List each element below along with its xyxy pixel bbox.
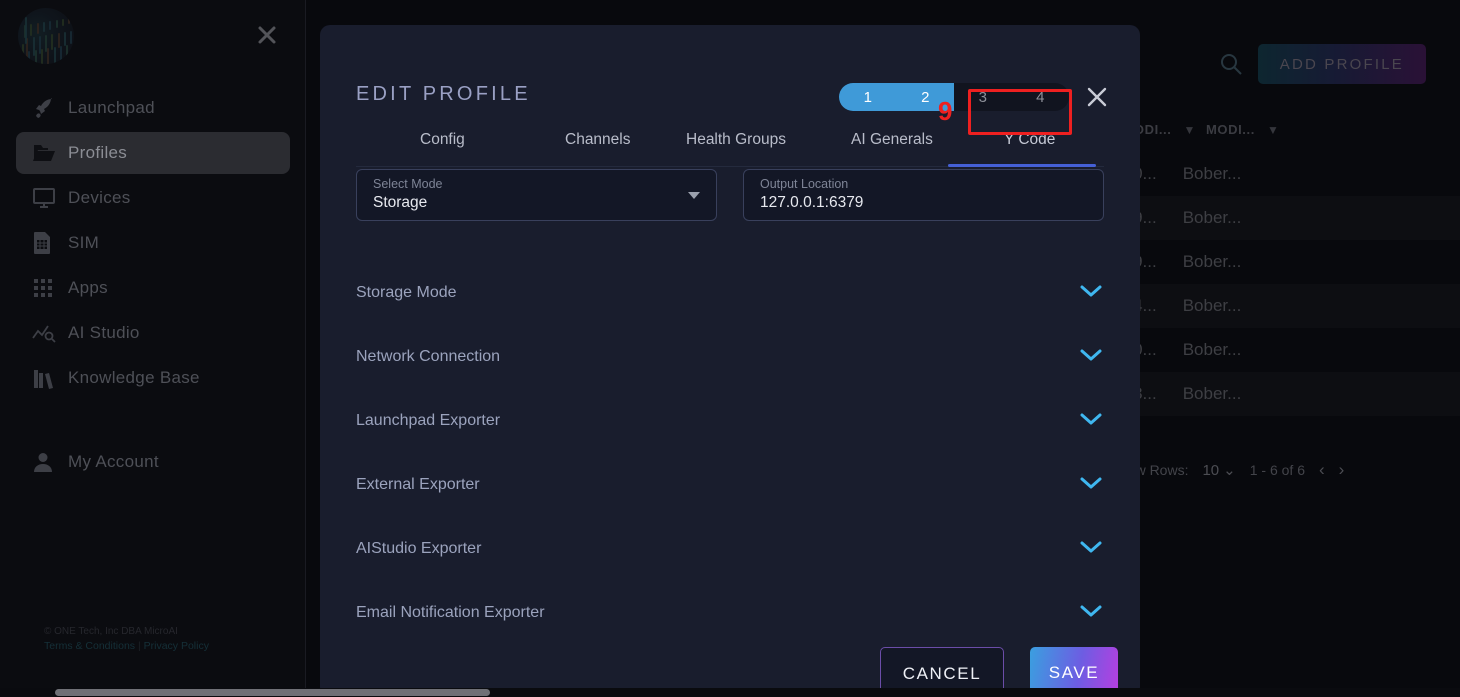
pagination-range: 1 - 6 of 6 <box>1249 462 1305 478</box>
close-icon[interactable] <box>256 24 278 46</box>
monitor-icon <box>32 186 68 210</box>
sidebar-nav: Launchpad Profiles Devices SIM Apps AI S… <box>0 84 306 486</box>
sidebar-item-devices[interactable]: Devices <box>16 177 290 219</box>
column-header-modified-by[interactable]: MODI... <box>1206 122 1255 137</box>
app-screen: Launchpad Profiles Devices SIM Apps AI S… <box>0 0 1460 697</box>
tab-config[interactable]: Config <box>420 131 465 149</box>
accordion-label: Storage Mode <box>356 284 457 301</box>
annotation-number: 9 <box>938 96 953 126</box>
cell-modified-by: Bober... <box>1182 252 1242 271</box>
books-icon <box>32 366 68 390</box>
tab-health-groups[interactable]: Health Groups <box>686 131 786 149</box>
add-profile-button[interactable]: ADD PROFILE <box>1257 44 1426 84</box>
output-location-label: Output Location <box>760 177 849 191</box>
link-separator: | <box>137 640 141 653</box>
sidebar-item-apps[interactable]: Apps <box>16 267 290 309</box>
form-fields: Select Mode Storage Output Location 127.… <box>356 169 1104 221</box>
accordion-label: External Exporter <box>356 476 480 493</box>
grid-apps-icon <box>32 276 68 300</box>
chevron-down-icon <box>1078 283 1104 304</box>
rows-per-page-select[interactable]: 10 ⌄ <box>1202 461 1236 480</box>
output-location-field[interactable]: Output Location 127.0.0.1:6379 <box>743 169 1104 221</box>
tab-ai-generals[interactable]: AI Generals <box>851 131 933 149</box>
chevron-down-icon: ⌄ <box>1223 462 1236 479</box>
sim-card-icon <box>32 231 68 255</box>
chevron-down-icon[interactable] <box>688 192 700 199</box>
sidebar-item-knowledge-base[interactable]: Knowledge Base <box>16 357 290 399</box>
filter-icon[interactable]: ▼ <box>1183 123 1195 137</box>
accordion-external-exporter[interactable]: External Exporter <box>356 453 1104 517</box>
accordion-aistudio-exporter[interactable]: AIStudio Exporter <box>356 517 1104 581</box>
sidebar-footer: © ONE Tech, Inc DBA MicroAI Terms & Cond… <box>44 624 209 655</box>
filter-icon[interactable]: ▼ <box>1267 123 1279 137</box>
analytics-search-icon <box>32 321 68 345</box>
folder-icon <box>32 141 68 165</box>
scrollbar-thumb[interactable] <box>55 689 490 696</box>
pagination: how Rows: 10 ⌄ 1 - 6 of 6 ‹ › <box>1120 460 1344 480</box>
cell-modified-by: Bober... <box>1182 384 1242 403</box>
tab-channels[interactable]: Channels <box>565 131 631 149</box>
select-mode-label: Select Mode <box>373 177 443 191</box>
output-location-value: 127.0.0.1:6379 <box>760 194 864 211</box>
accordion-network-connection[interactable]: Network Connection <box>356 325 1104 389</box>
accordion-label: AIStudio Exporter <box>356 540 482 557</box>
annotation-highlight-box <box>968 89 1072 135</box>
step-1[interactable]: 1 <box>839 83 897 111</box>
footer-links: Terms & Conditions | Privacy Policy <box>44 639 209 655</box>
accordion-launchpad-exporter[interactable]: Launchpad Exporter <box>356 389 1104 453</box>
prev-page-icon[interactable]: ‹ <box>1319 460 1325 480</box>
sidebar-item-my-account[interactable]: My Account <box>16 441 290 483</box>
select-mode-value: Storage <box>373 194 428 211</box>
sidebar-item-label: Apps <box>68 278 108 297</box>
rocket-icon <box>32 96 68 120</box>
accordion-email-notification-exporter[interactable]: Email Notification Exporter <box>356 581 1104 645</box>
chevron-down-icon <box>1078 603 1104 624</box>
accordion-storage-mode[interactable]: Storage Mode <box>356 261 1104 325</box>
sidebar-item-profiles[interactable]: Profiles <box>16 132 290 174</box>
app-logo <box>18 8 74 64</box>
accordion-label: Network Connection <box>356 348 501 365</box>
select-mode-field[interactable]: Select Mode Storage <box>356 169 717 221</box>
sidebar-item-ai-studio[interactable]: AI Studio <box>16 312 290 354</box>
modal-close-icon[interactable] <box>1083 83 1111 111</box>
rows-per-page-value: 10 <box>1202 461 1220 479</box>
sidebar-item-label: Knowledge Base <box>68 368 200 387</box>
cell-modified-by: Bober... <box>1182 340 1242 359</box>
terms-link[interactable]: Terms & Conditions <box>44 640 135 652</box>
cell-modified-by: Bober... <box>1182 164 1242 183</box>
sidebar-item-label: AI Studio <box>68 323 140 342</box>
horizontal-scrollbar[interactable] <box>0 688 1460 697</box>
active-tab-underline <box>948 164 1096 167</box>
chevron-down-icon <box>1078 347 1104 368</box>
sidebar-item-launchpad[interactable]: Launchpad <box>16 87 290 129</box>
sidebar-item-label: My Account <box>68 452 159 471</box>
search-icon[interactable] <box>1218 51 1244 77</box>
accordion-label: Launchpad Exporter <box>356 412 501 429</box>
cell-modified-by: Bober... <box>1182 296 1242 315</box>
next-page-icon[interactable]: › <box>1339 460 1345 480</box>
sidebar: Launchpad Profiles Devices SIM Apps AI S… <box>0 0 306 697</box>
sidebar-item-sim[interactable]: SIM <box>16 222 290 264</box>
chevron-down-icon <box>1078 539 1104 560</box>
settings-accordion: Storage Mode Network Connection Launchpa… <box>356 261 1104 645</box>
table-toolbar: ADD PROFILE <box>1218 44 1460 84</box>
chevron-down-icon <box>1078 411 1104 432</box>
chevron-down-icon <box>1078 475 1104 496</box>
cell-modified-by: Bober... <box>1182 208 1242 227</box>
sidebar-item-label: Launchpad <box>68 98 155 117</box>
accordion-label: Email Notification Exporter <box>356 604 545 621</box>
sidebar-item-label: Profiles <box>68 143 128 162</box>
sidebar-item-label: Devices <box>68 188 131 207</box>
user-icon <box>32 450 68 474</box>
sidebar-item-label: SIM <box>68 233 100 252</box>
modal-title: EDIT PROFILE <box>356 83 531 105</box>
copyright-text: © ONE Tech, Inc DBA MicroAI <box>44 626 178 638</box>
privacy-link[interactable]: Privacy Policy <box>144 640 209 652</box>
